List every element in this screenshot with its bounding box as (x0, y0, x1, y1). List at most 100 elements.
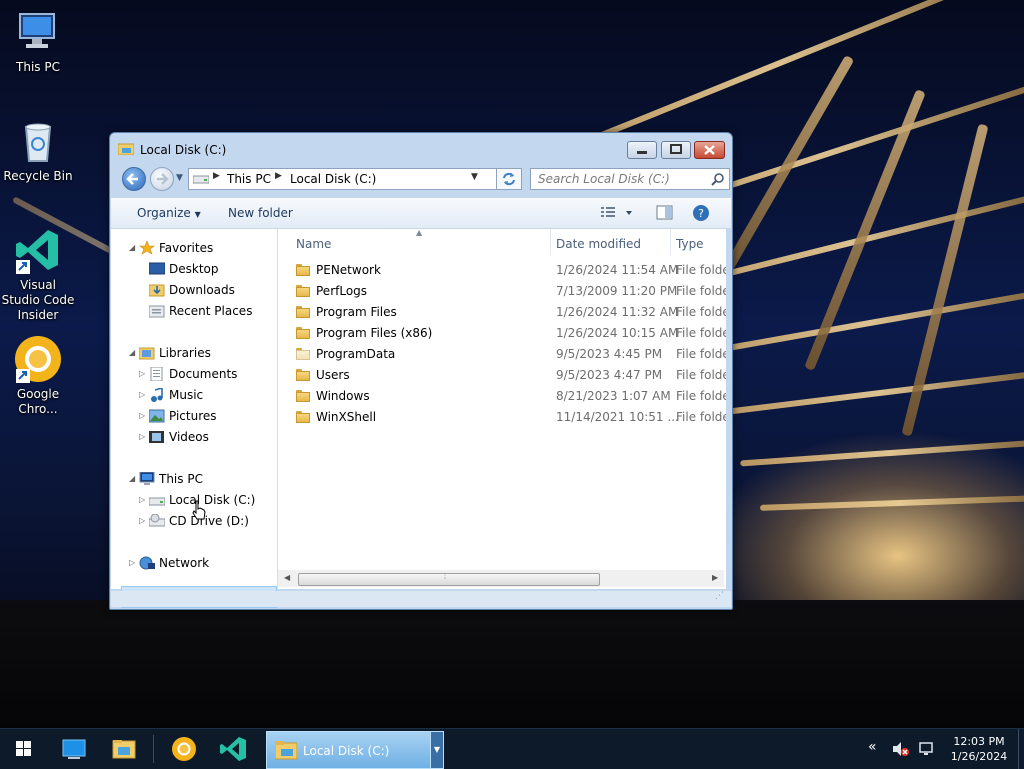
scroll-right-icon[interactable]: ▶ (712, 573, 718, 582)
network-tray-icon[interactable] (918, 741, 936, 757)
maximize-button[interactable] (661, 141, 691, 159)
scroll-left-icon[interactable]: ◀ (284, 573, 290, 582)
column-separator[interactable] (550, 229, 551, 255)
table-row[interactable]: Users 9/5/2023 4:47 PM File folder (278, 365, 726, 386)
wallpaper-rib (715, 54, 855, 286)
breadcrumb-separator: ▶ (213, 171, 220, 181)
show-desktop-corner-button[interactable] (1018, 729, 1024, 769)
command-bar: Organize ▼ New folder ? (111, 197, 731, 229)
preview-pane-button[interactable] (656, 205, 674, 221)
taskbar-chrome-button[interactable] (166, 735, 202, 763)
column-header-type[interactable]: Type (676, 237, 704, 251)
horizontal-scrollbar[interactable]: ◀ ⦙ ▶ (278, 570, 724, 587)
back-button[interactable] (122, 167, 146, 191)
show-hidden-icons-button[interactable]: « (868, 739, 877, 755)
star-icon (139, 241, 155, 255)
taskbar-active-window[interactable]: Local Disk (C:) (266, 731, 432, 769)
address-bar[interactable]: ▶ This PC ▶ Local Disk (C:) ▼ (188, 168, 518, 190)
clock-date: 1/26/2024 (950, 750, 1008, 763)
table-row[interactable]: PENetwork 1/26/2024 11:54 AM File folder (278, 260, 726, 281)
search-placeholder: Search Local Disk (C:) (538, 172, 670, 186)
folder-drive-icon (275, 741, 297, 760)
expand-arrow-icon[interactable]: ▷ (139, 490, 145, 510)
table-row[interactable]: ProgramData 9/5/2023 4:45 PM File folder (278, 344, 726, 365)
nav-label: Videos (169, 430, 209, 444)
file-date: 1/26/2024 11:54 AM (556, 263, 679, 277)
resize-grip-icon[interactable]: ⋰ (715, 591, 724, 601)
clock[interactable]: 12:03 PM 1/26/2024 (944, 734, 1014, 764)
file-date: 11/14/2021 10:51 ... (556, 410, 679, 424)
expand-arrow-icon[interactable]: ▷ (139, 385, 145, 405)
organize-button[interactable]: Organize ▼ (137, 206, 201, 220)
desktop-icon-label: Recycle Bin (3, 169, 73, 183)
new-folder-button[interactable]: New folder (228, 206, 293, 220)
table-row[interactable]: PerfLogs 7/13/2009 11:20 PM File folder (278, 281, 726, 302)
taskbar-desktop-button[interactable] (56, 735, 92, 763)
wallpaper-ground (0, 600, 1024, 728)
table-row[interactable]: Program Files (x86) 1/26/2024 10:15 AM F… (278, 323, 726, 344)
column-header-date[interactable]: Date modified (556, 237, 641, 251)
address-dropdown-icon[interactable]: ▼ (471, 172, 478, 182)
folder-icon (296, 411, 310, 423)
table-row[interactable]: WinXShell 11/14/2021 10:51 ... File fold… (278, 407, 726, 428)
close-button[interactable] (694, 141, 725, 159)
refresh-button[interactable] (496, 168, 522, 190)
grip-icon: ⦙ (444, 572, 447, 582)
taskbar-file-explorer-button[interactable] (106, 735, 142, 763)
explorer-window[interactable]: Local Disk (C:) ▼ ▶ This PC ▶ Local Disk… (109, 132, 733, 610)
file-name: Program Files (316, 305, 397, 319)
file-type: File folder (676, 326, 726, 340)
expand-arrow-icon[interactable]: ▷ (139, 427, 145, 447)
volume-muted-icon[interactable] (892, 741, 910, 757)
forward-arrow-icon (157, 173, 169, 185)
desktop-icon-vscode-insider[interactable]: Visual Studio Code Insider (0, 226, 76, 323)
wallpaper-beam (692, 288, 1024, 358)
recent-locations-dropdown[interactable]: ▼ (176, 173, 183, 183)
file-type: File folder (676, 410, 726, 424)
expand-arrow-icon[interactable]: ▷ (129, 553, 135, 573)
taskbar-vscode-button[interactable] (216, 735, 252, 763)
help-icon[interactable]: ? (692, 204, 710, 222)
breadcrumb-local-disk[interactable]: Local Disk (C:) (290, 172, 376, 186)
window-title: Local Disk (C:) (140, 143, 227, 157)
chevron-down-icon: ▼ (194, 210, 201, 219)
music-icon (151, 388, 163, 402)
search-icon[interactable] (711, 172, 725, 186)
organize-label: Organize (137, 206, 191, 220)
desktop-icon-recycle-bin[interactable]: Recycle Bin (0, 117, 76, 184)
file-list[interactable]: Name ▲ Date modified Type PENetwork 1/26… (278, 229, 726, 589)
hidden-folder-icon (296, 348, 310, 360)
breadcrumb-this-pc[interactable]: This PC (227, 172, 271, 186)
chrome-icon (14, 335, 62, 383)
expand-arrow-icon[interactable]: ▷ (139, 406, 145, 426)
scrollbar-thumb[interactable]: ⦙ (298, 572, 600, 586)
chrome-icon (172, 737, 196, 761)
table-row[interactable]: Windows 8/21/2023 1:07 AM File folder (278, 386, 726, 407)
sort-ascending-icon: ▲ (416, 229, 423, 237)
folder-icon (296, 390, 310, 402)
change-view-button[interactable] (601, 206, 635, 220)
nav-label: Documents (169, 367, 238, 381)
file-name: WinXShell (316, 410, 377, 424)
start-button[interactable] (6, 735, 42, 763)
expand-arrow-icon[interactable]: ▷ (139, 511, 145, 531)
column-header-name[interactable]: Name (296, 237, 331, 251)
navigation-pane[interactable]: ◢ Favorites Desktop Downloads Recent Pla… (111, 229, 278, 608)
window-titlebar[interactable]: Local Disk (C:) (110, 133, 732, 163)
search-input[interactable]: Search Local Disk (C:) (530, 168, 730, 190)
desktop-icon-chrome[interactable]: Google Chro... (0, 335, 76, 417)
folder-icon (296, 369, 310, 381)
desktop-icon-this-pc[interactable]: This PC (0, 8, 76, 75)
file-date: 1/26/2024 10:15 AM (556, 326, 679, 340)
nav-label: Desktop (169, 262, 219, 276)
forward-button[interactable] (150, 167, 174, 191)
minimize-button[interactable] (627, 141, 657, 159)
expand-arrow-icon[interactable]: ▷ (139, 364, 145, 384)
back-arrow-icon (126, 173, 138, 185)
file-explorer-icon (112, 740, 136, 759)
table-row[interactable]: Program Files 1/26/2024 11:32 AM File fo… (278, 302, 726, 323)
column-separator[interactable] (670, 229, 671, 255)
taskbar-window-dropdown[interactable]: ▼ (430, 731, 444, 769)
collapse-arrow-icon: ◢ (129, 348, 136, 357)
close-icon (704, 145, 715, 155)
